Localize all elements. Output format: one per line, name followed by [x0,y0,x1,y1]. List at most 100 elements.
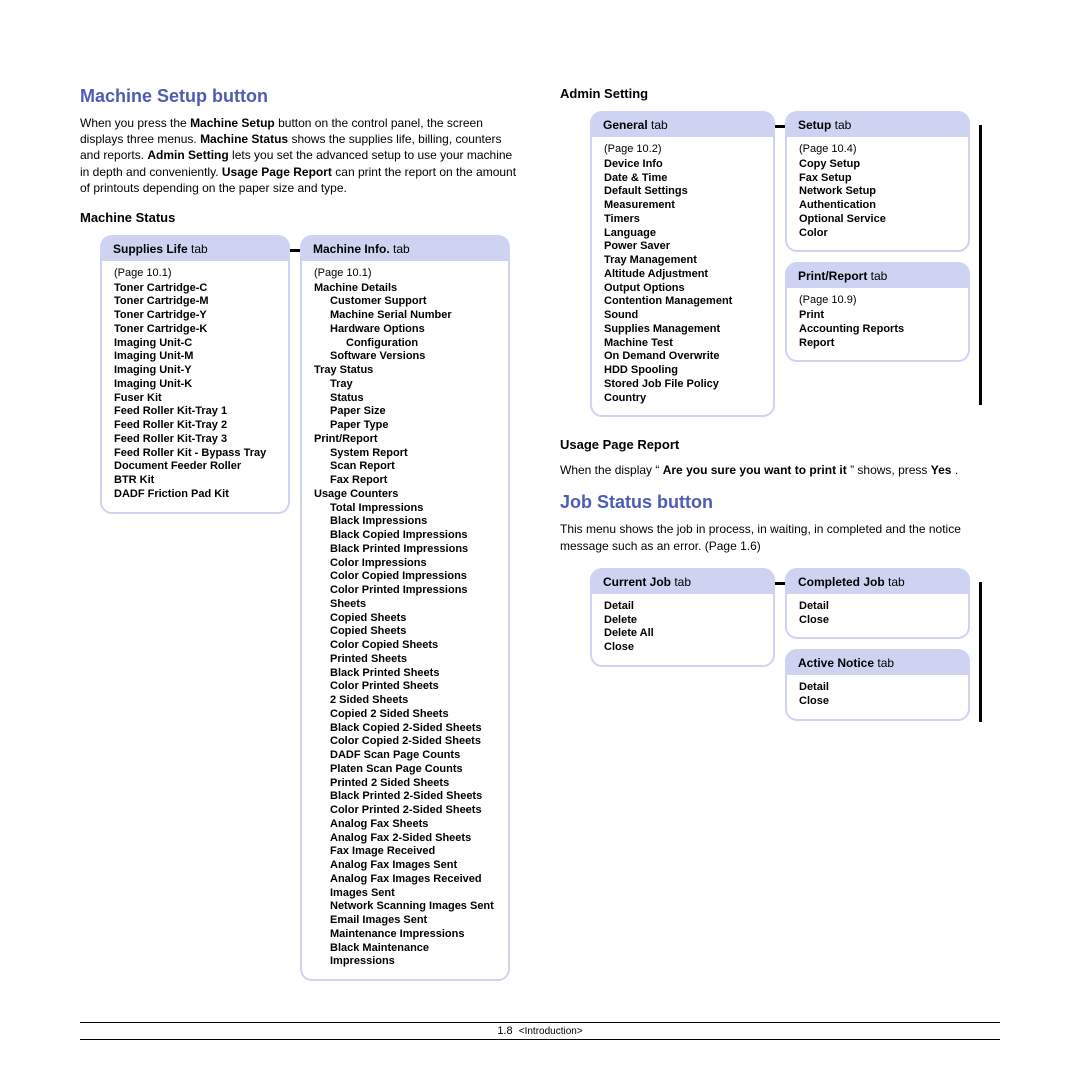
list-item: Feed Roller Kit - Bypass Tray [114,447,276,461]
list-item: Analog Fax 2-Sided Sheets [314,832,496,846]
job-status-intro: This menu shows the job in process, in w… [560,521,1000,553]
list-item: Delete All [604,627,761,641]
list-item: Fax Report [314,474,496,488]
list-item: On Demand Overwrite [604,350,761,364]
list-item: Software Versions [314,350,496,364]
list-item: Accounting Reports [799,323,956,337]
list-item: Hardware Options [314,323,496,337]
list-item: Black Maintenance Impressions [314,942,496,970]
list-item: Color Printed Sheets [314,680,496,694]
list-item: Tray Status [314,364,496,378]
list-item: Imaging Unit-K [114,378,276,392]
supplies-life-tab-header: Supplies Life tab [100,235,290,261]
active-notice-tab-header: Active Notice tab [785,649,970,675]
admin-setting-heading: Admin Setting [560,86,1000,101]
list-item: Toner Cartridge-K [114,323,276,337]
list-item: Email Images Sent [314,914,496,928]
general-tab-body: (Page 10.2) Device InfoDate & TimeDefaul… [590,137,775,417]
list-item: Customer Support [314,295,496,309]
list-item: Copied Sheets [314,612,496,626]
list-item: Measurement [604,199,761,213]
list-item: Copied Sheets [314,625,496,639]
list-item: Detail [799,681,956,695]
list-item: Paper Type [314,419,496,433]
list-item: Country [604,392,761,406]
list-item: Maintenance Impressions [314,928,496,942]
setup-tab-header: Setup tab [785,111,970,137]
list-item: Contention Management [604,295,761,309]
machine-info-tab-header: Machine Info. tab [300,235,510,261]
supplies-life-tab-card: Supplies Life tab (Page 10.1) Toner Cart… [100,235,290,514]
list-item: Paper Size [314,405,496,419]
print-report-tab-card: Print/Report tab (Page 10.9) PrintAccoun… [785,262,970,362]
list-item: HDD Spooling [604,364,761,378]
list-item: Device Info [604,158,761,172]
active-notice-tab-card: Active Notice tab DetailClose [785,649,970,721]
list-item: Copied 2 Sided Sheets [314,708,496,722]
list-item: Supplies Management [604,323,761,337]
left-column: Machine Setup button When you press the … [80,80,520,981]
list-item: Color [799,227,956,241]
list-item: Black Impressions [314,515,496,529]
list-item: Sound [604,309,761,323]
completed-job-tab-body: DetailClose [785,594,970,640]
supplies-life-tab-body: (Page 10.1) Toner Cartridge-CToner Cartr… [100,261,290,514]
list-item: Power Saver [604,240,761,254]
list-item: Print [799,309,956,323]
list-item: Altitude Adjustment [604,268,761,282]
list-item: Feed Roller Kit-Tray 3 [114,433,276,447]
list-item: Timers [604,213,761,227]
list-item: Optional Service [799,213,956,227]
list-item: Stored Job File Policy [604,378,761,392]
list-item: Toner Cartridge-C [114,282,276,296]
list-item: Detail [799,600,956,614]
list-item: Close [604,641,761,655]
list-item: Usage Counters [314,488,496,502]
list-item: Close [799,695,956,709]
usage-page-report-text: When the display “ Are you sure you want… [560,462,1000,478]
job-status-heading: Job Status button [560,492,1000,513]
active-notice-tab-body: DetailClose [785,675,970,721]
list-item: Feed Roller Kit-Tray 2 [114,419,276,433]
page-footer: 1.8 <Introduction> [80,1022,1000,1040]
list-item: Toner Cartridge-M [114,295,276,309]
list-item: Configuration [314,337,496,351]
current-job-tab-card: Current Job tab DetailDeleteDelete AllCl… [590,568,775,721]
list-item: Machine Serial Number [314,309,496,323]
list-item: Printed 2 Sided Sheets [314,777,496,791]
list-item: Imaging Unit-C [114,337,276,351]
list-item: System Report [314,447,496,461]
section-name: <Introduction> [519,1026,583,1037]
list-item: Tray [314,378,496,392]
list-item: Network Setup [799,185,956,199]
list-item: DADF Friction Pad Kit [114,488,276,502]
setup-tab-card: Setup tab (Page 10.4) Copy SetupFax Setu… [785,111,970,252]
list-item: Date & Time [604,172,761,186]
right-column: Admin Setting General tab (Page 10.2) De… [560,80,1000,981]
list-item: Network Scanning Images Sent [314,900,496,914]
list-item: Machine Details [314,282,496,296]
list-item: Analog Fax Images Sent [314,859,496,873]
list-item: Black Printed 2-Sided Sheets [314,790,496,804]
list-item: Fax Setup [799,172,956,186]
list-item: Status [314,392,496,406]
print-report-tab-body: (Page 10.9) PrintAccounting ReportsRepor… [785,288,970,362]
list-item: Feed Roller Kit-Tray 1 [114,405,276,419]
list-item: Printed Sheets [314,653,496,667]
list-item: Analog Fax Images Received [314,873,496,887]
list-item: Color Printed 2-Sided Sheets [314,804,496,818]
list-item: Imaging Unit-M [114,350,276,364]
machine-info-tab-body: (Page 10.1) Machine DetailsCustomer Supp… [300,261,510,981]
list-item: Fax Image Received [314,845,496,859]
list-item: Scan Report [314,460,496,474]
list-item: Black Copied 2-Sided Sheets [314,722,496,736]
list-item: Document Feeder Roller [114,460,276,474]
general-tab-card: General tab (Page 10.2) Device InfoDate … [590,111,775,417]
list-item: Print/Report [314,433,496,447]
list-item: Language [604,227,761,241]
page-number: 1.8 [497,1025,512,1037]
list-item: Report [799,337,956,351]
list-item: Platen Scan Page Counts [314,763,496,777]
list-item: 2 Sided Sheets [314,694,496,708]
list-item: Black Printed Sheets [314,667,496,681]
